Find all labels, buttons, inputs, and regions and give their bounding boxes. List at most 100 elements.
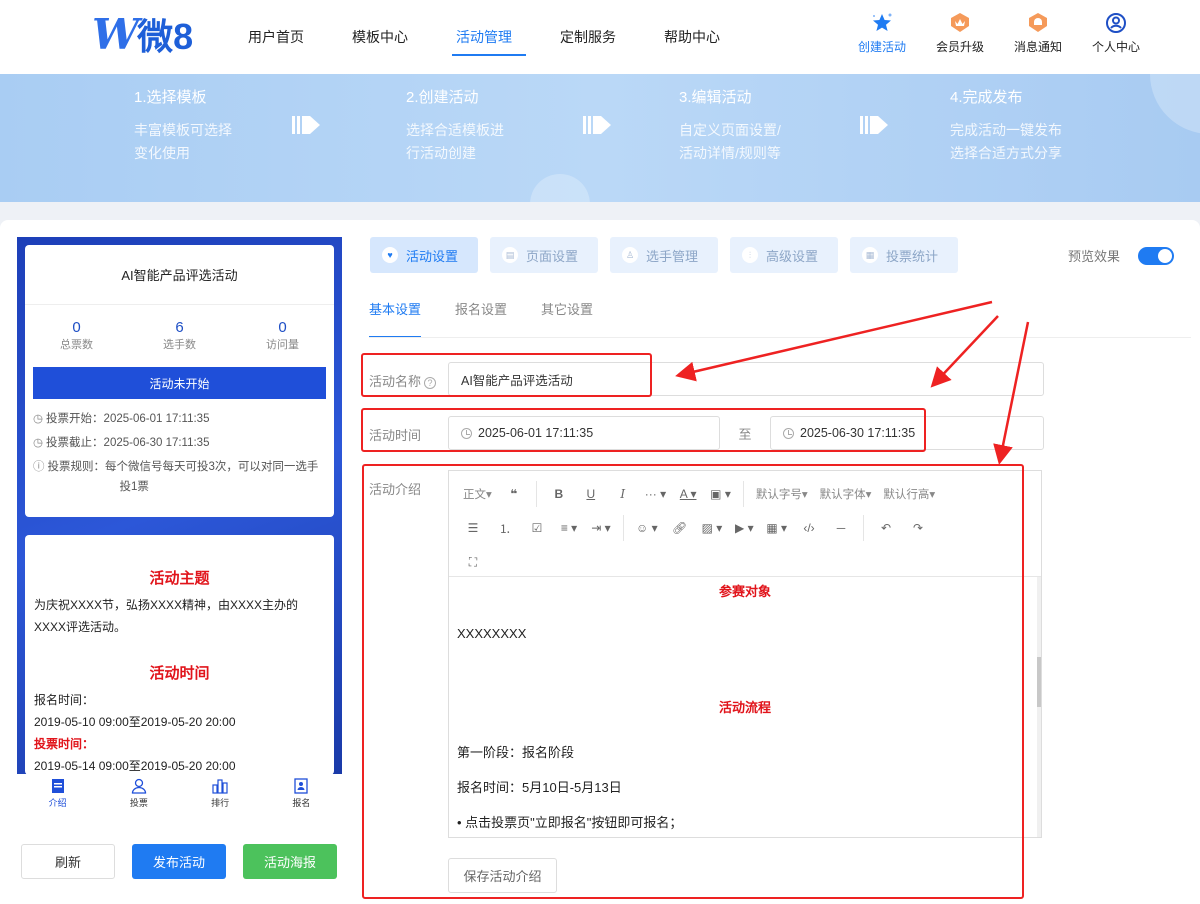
content-heading-target: 参赛对象 — [718, 584, 771, 599]
step-arrow-icon — [583, 116, 611, 134]
fullscreen-icon[interactable]: ⛶ — [457, 548, 489, 576]
ranking-icon — [211, 776, 229, 796]
bold-icon[interactable]: B — [543, 480, 575, 508]
start-time-input[interactable]: 2025-06-01 17:11:35 — [448, 416, 720, 450]
italic-icon[interactable]: I — [607, 480, 639, 508]
stat-num: 0 — [278, 319, 287, 336]
notifications-label: 消息通知 — [1013, 40, 1062, 54]
clock-icon: ◷ — [33, 437, 44, 449]
clock-icon — [461, 427, 472, 439]
activity-intro-label: 活动介绍 — [369, 482, 422, 497]
phone-tab-label: 排行 — [211, 798, 230, 808]
stats-row: 0 总票数 6 选手数 0 访问量 — [25, 305, 334, 359]
profile-button[interactable]: 个人中心 — [1088, 12, 1144, 55]
help-icon[interactable]: ? — [424, 377, 437, 389]
line-height-dropdown[interactable]: 默认行高 ▾ — [877, 480, 941, 508]
editor-scrollbar[interactable] — [1037, 577, 1041, 837]
time-heading: 活动时间 — [149, 665, 210, 682]
step-3: 3.编辑活动 自定义页面设置/ 活动详情/规则等 — [679, 86, 819, 165]
member-upgrade-button[interactable]: 会员升级 — [932, 12, 988, 55]
content-heading-process: 活动流程 — [718, 700, 771, 715]
phone-tab-vote[interactable]: 投票 — [109, 776, 169, 818]
subtab-other[interactable]: 其它设置 — [541, 292, 593, 338]
stat-label: 访问量 — [266, 339, 299, 351]
tab-contestant-management[interactable]: ♙ 选手管理 — [610, 237, 718, 273]
profile-label: 个人中心 — [1091, 40, 1140, 54]
indent-icon[interactable]: ⇥ ▾ — [585, 514, 617, 542]
image-icon[interactable]: ▨ ▾ — [696, 514, 729, 542]
link-icon[interactable]: 🔗︎ — [664, 514, 696, 542]
tab-vote-statistics[interactable]: ▦ 投票统计 — [850, 237, 958, 273]
preview-toggle[interactable] — [1138, 246, 1174, 265]
nav-template-center[interactable]: 模板中心 — [328, 0, 432, 74]
activity-name-input[interactable]: AI智能产品评选活动 — [448, 362, 1044, 396]
nav-user-home[interactable]: 用户首页 — [224, 0, 328, 74]
more-format-icon[interactable]: ··· ▾ — [639, 480, 672, 508]
phone-tab-intro[interactable]: 介绍 — [28, 776, 88, 818]
document-icon — [49, 776, 67, 796]
font-color-icon[interactable]: A ▾ — [672, 480, 704, 508]
redo-icon[interactable]: ↷ — [902, 514, 934, 542]
divider-icon[interactable]: ─ — [825, 514, 857, 542]
video-icon[interactable]: ▶ ▾ — [728, 514, 760, 542]
paragraph-format-dropdown[interactable]: 正文 ▾ — [457, 480, 498, 508]
table-icon[interactable]: ▦ ▾ — [760, 514, 793, 542]
banner-bubble — [1150, 74, 1200, 134]
logo-text: 微8 — [137, 16, 194, 57]
preview-toggle-group: 预览效果 — [1068, 246, 1174, 265]
underline-icon[interactable]: U — [575, 480, 607, 508]
emoji-icon[interactable]: ☺ ▾ — [630, 514, 664, 542]
create-activity-button[interactable]: 创建活动 — [854, 12, 910, 55]
tab-label: 高级设置 — [766, 248, 819, 264]
stats-icon: ▦ — [862, 247, 878, 263]
phone-tab-label: 介绍 — [48, 798, 67, 808]
quote-icon[interactable]: ❝ — [498, 480, 530, 508]
logo-mark: W — [92, 9, 139, 59]
vote-start-line: ◷ 投票开始：2025-06-01 17:11:35 — [33, 407, 326, 431]
steps-banner: 1.选择模板 丰富模板可选择 变化使用 2.创建活动 选择合适模板进 行活动创建… — [0, 74, 1200, 202]
publish-activity-button[interactable]: 发布活动 — [132, 844, 226, 879]
nav-help-center[interactable]: 帮助中心 — [640, 0, 744, 74]
align-icon[interactable]: ≡ ▾ — [553, 514, 585, 542]
tab-advanced-settings[interactable]: ⫶ 高级设置 — [730, 237, 838, 273]
tab-activity-settings[interactable]: ♥ 活动设置 — [370, 237, 478, 273]
end-time-input[interactable]: 2025-06-30 17:11:35 — [770, 416, 1044, 450]
activity-name-label-text: 活动名称 — [369, 374, 422, 389]
content-paragraph: XXXXXXXX — [457, 626, 527, 641]
bullet-list-icon[interactable]: ☰ — [457, 514, 489, 542]
step-desc: 自定义页面设置/ — [679, 122, 781, 138]
phone-tab-signup[interactable]: 报名 — [271, 776, 331, 818]
editor-content[interactable]: 参赛对象 XXXXXXXX 活动流程 第一阶段：报名阶段 报名时间：5月10日-… — [449, 577, 1041, 837]
refresh-button[interactable]: 刷新 — [21, 844, 115, 879]
line-height-label: 默认行高 — [883, 489, 930, 501]
save-intro-button[interactable]: 保存活动介绍 — [448, 858, 557, 893]
numbered-list-icon[interactable]: ⒈ — [489, 514, 521, 542]
font-size-dropdown[interactable]: 默认字号 ▾ — [750, 480, 814, 508]
subtab-basic[interactable]: 基本设置 — [369, 292, 422, 338]
background-color-icon[interactable]: ▣ ▾ — [704, 480, 737, 508]
toolbar-separator — [535, 481, 537, 507]
clock-icon — [783, 427, 794, 439]
vote-start-text: 投票开始：2025-06-01 17:11:35 — [46, 413, 210, 425]
tab-page-settings[interactable]: ▤ 页面设置 — [490, 237, 598, 273]
font-family-dropdown[interactable]: 默认字体 ▾ — [814, 480, 878, 508]
logo[interactable]: W 微8 — [92, 9, 193, 59]
subtab-signup[interactable]: 报名设置 — [455, 292, 507, 338]
todo-list-icon[interactable]: ☑ — [521, 514, 553, 542]
font-family-label: 默认字体 — [819, 489, 866, 501]
activity-status-bar: 活动未开始 — [33, 367, 326, 399]
step-desc: 选择合适模板进 — [406, 122, 504, 138]
phone-tab-ranking[interactable]: 排行 — [190, 776, 250, 818]
notifications-button[interactable]: 消息通知 — [1010, 12, 1066, 55]
nav-activity-management[interactable]: 活动管理 — [432, 0, 536, 74]
vote-rule-line: ⓘ 投票规则：每个微信号每天可投3次，可以对同一选手 投1票 — [33, 457, 326, 497]
tab-label: 选手管理 — [646, 248, 699, 264]
activity-poster-button[interactable]: 活动海报 — [243, 844, 337, 879]
code-icon[interactable]: ‹/› — [793, 514, 825, 542]
nav-custom-service[interactable]: 定制服务 — [536, 0, 640, 74]
undo-icon[interactable]: ↶ — [870, 514, 902, 542]
stat-visits: 0 访问量 — [238, 319, 328, 359]
top-tools: 创建活动 会员升级 消息通知 个人中心 — [854, 12, 1144, 55]
page-icon: ▤ — [502, 247, 518, 263]
content-paragraph: 第一阶段：报名阶段 — [457, 745, 575, 760]
